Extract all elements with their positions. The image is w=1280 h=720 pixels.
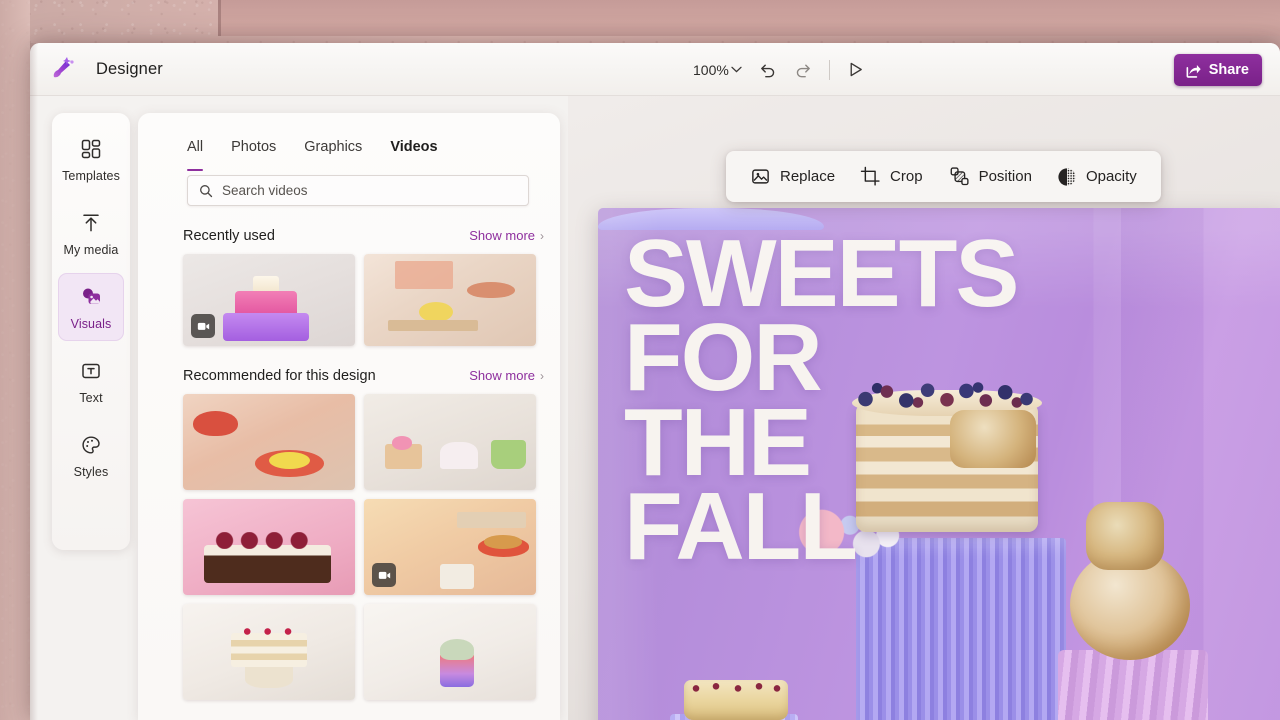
wall-panel-right (218, 0, 1280, 36)
section-title: Recently used (183, 228, 275, 244)
video-camera-icon (378, 571, 390, 579)
wall-seam (218, 0, 221, 36)
tab-photos[interactable]: Photos (231, 139, 276, 171)
crop-label: Crop (890, 168, 923, 185)
play-triangle-icon (850, 62, 863, 77)
zoom-level-button[interactable]: 100% (685, 55, 750, 85)
position-label: Position (978, 168, 1032, 185)
upload-arrow-icon (80, 210, 102, 236)
sidebar-item-label: Visuals (70, 316, 112, 331)
headline-text[interactable]: SWEETS FOR THE FALL (624, 226, 1184, 575)
thumb-grid-recently-used (138, 244, 560, 346)
asset-panel: All Photos Graphics Videos Recently used (138, 113, 560, 720)
thumbnail-item[interactable] (364, 604, 536, 700)
sidebar-item-templates[interactable]: Templates (58, 125, 124, 193)
search-input[interactable] (222, 183, 517, 198)
app-title: Designer (96, 59, 163, 78)
image-context-toolbar: Replace Crop Position Opacity (726, 151, 1161, 202)
designer-app-window: Designer 100% Share Templates My media V… (30, 43, 1280, 720)
tart-berries (686, 680, 786, 694)
zoom-level-value: 100% (693, 61, 729, 78)
wall-left-strip (0, 0, 30, 720)
show-more-recommended[interactable]: Show more › (469, 368, 544, 383)
thumbnail-item[interactable] (183, 499, 355, 595)
tab-graphics[interactable]: Graphics (304, 139, 362, 171)
thumbnail-item[interactable] (364, 394, 536, 490)
sidebar-item-styles[interactable]: Styles (58, 421, 124, 489)
design-canvas[interactable]: SWEETS FOR THE FALL (598, 208, 1280, 720)
thumbnail-item[interactable] (364, 254, 536, 346)
search-box[interactable] (187, 175, 529, 206)
video-badge (372, 563, 396, 587)
redo-arrow-icon (797, 64, 811, 78)
thumbnail-item[interactable] (364, 499, 536, 595)
share-label: Share (1208, 62, 1249, 78)
sidebar-item-visuals[interactable]: Visuals (58, 273, 124, 341)
left-sidebar-rail: Templates My media Visuals Text Styles (52, 113, 130, 550)
share-arrow-icon (1185, 62, 1202, 79)
sidebar-item-my-media[interactable]: My media (58, 199, 124, 267)
palette-icon (80, 432, 102, 458)
sidebar-item-label: Styles (73, 464, 109, 479)
sidebar-item-label: Templates (62, 168, 120, 183)
present-button[interactable] (841, 55, 871, 85)
undo-button[interactable] (754, 55, 784, 85)
show-more-label: Show more (469, 368, 535, 383)
pedestal-draped-right (1058, 650, 1208, 720)
opacity-circle-icon (1057, 167, 1077, 187)
redo-button[interactable] (788, 55, 818, 85)
toolbar-divider (828, 59, 830, 80)
video-badge (191, 314, 215, 338)
opacity-label: Opacity (1085, 168, 1137, 185)
chevron-down-icon (731, 66, 748, 73)
undo-arrow-icon (761, 64, 775, 78)
crop-icon (860, 166, 881, 187)
sidebar-item-label: My media (63, 242, 119, 257)
video-camera-icon (197, 322, 209, 330)
section-title: Recommended for this design (183, 368, 376, 384)
position-button[interactable]: Position (937, 159, 1043, 195)
show-more-label: Show more (469, 228, 535, 243)
images-stack-icon (79, 284, 103, 310)
designer-brush-logo-icon (48, 54, 78, 84)
text-box-icon (80, 358, 102, 384)
thumb-grid-recommended (138, 384, 560, 700)
panel-tabs: All Photos Graphics Videos (138, 113, 560, 171)
zoom-controls-group: 100% (685, 43, 871, 96)
sidebar-item-text[interactable]: Text (58, 347, 124, 415)
search-icon (199, 184, 213, 198)
opacity-button[interactable]: Opacity (1046, 159, 1148, 195)
position-layers-icon (948, 166, 970, 187)
replace-label: Replace (780, 168, 836, 185)
show-more-recently-used[interactable]: Show more › (469, 228, 544, 243)
crop-button[interactable]: Crop (849, 159, 934, 195)
chevron-right-icon: › (540, 368, 544, 383)
sidebar-item-label: Text (79, 390, 103, 405)
chevron-right-icon: › (540, 228, 544, 243)
thumbnail-item[interactable] (183, 394, 355, 490)
replace-button[interactable]: Replace (739, 159, 846, 195)
image-replace-icon (750, 166, 771, 187)
thumbnail-item[interactable] (183, 254, 355, 346)
app-titlebar: Designer 100% Share (30, 43, 1280, 96)
share-button[interactable]: Share (1173, 54, 1262, 86)
section-header-recently-used: Recently used Show more › (138, 228, 560, 244)
section-header-recommended: Recommended for this design Show more › (138, 368, 560, 384)
tab-all[interactable]: All (187, 139, 204, 171)
screen-root: Designer 100% Share Templates My media V… (0, 0, 1280, 720)
grid-layout-icon (80, 136, 102, 162)
tab-videos[interactable]: Videos (390, 139, 437, 171)
thumbnail-item[interactable] (183, 604, 355, 700)
